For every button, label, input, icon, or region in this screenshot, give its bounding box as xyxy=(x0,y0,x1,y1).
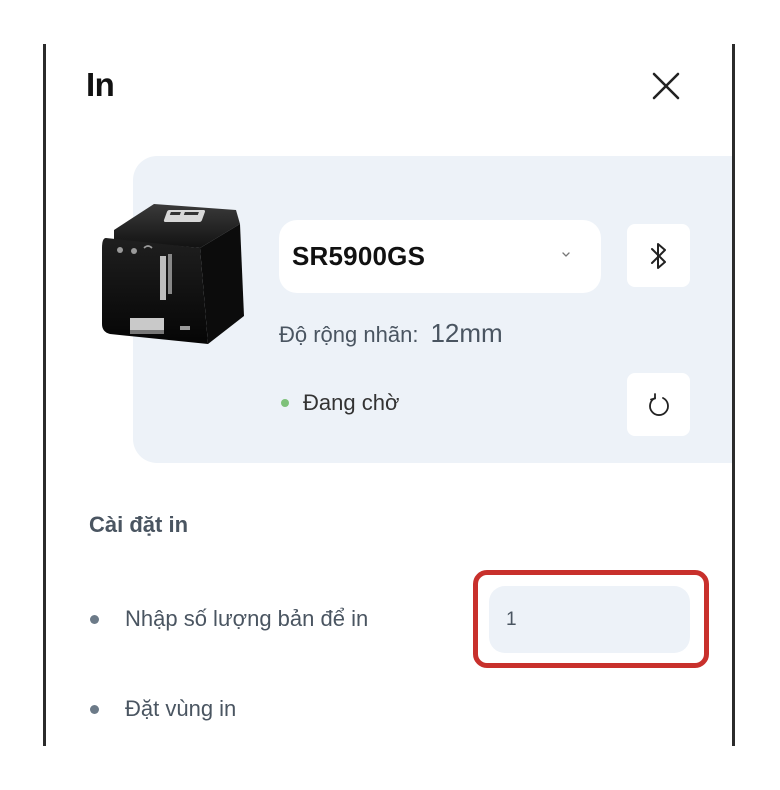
close-icon xyxy=(652,72,680,100)
right-border xyxy=(732,44,735,746)
status-text: Đang chờ xyxy=(303,390,400,415)
print-settings-title: Cài đặt in xyxy=(89,512,189,537)
bluetooth-button[interactable] xyxy=(627,224,690,287)
chevron-down-icon xyxy=(562,252,570,257)
bullet-icon xyxy=(90,614,99,624)
quantity-label: Nhập số lượng bản để in xyxy=(125,606,369,631)
label-width-row: Độ rộng nhãn: 12mm xyxy=(279,318,503,349)
refresh-icon xyxy=(648,392,669,416)
quantity-input[interactable] xyxy=(489,586,690,653)
quantity-setting-row: Nhập số lượng bản để in xyxy=(90,606,368,632)
label-width-label: Độ rộng nhãn: xyxy=(279,322,419,347)
print-area-label: Đặt vùng in xyxy=(125,696,237,721)
printer-model-select[interactable]: SR5900GS xyxy=(279,220,601,293)
status-dot-icon xyxy=(281,399,289,407)
label-width-value: 12mm xyxy=(430,318,503,348)
print-area-setting-row[interactable]: Đặt vùng in xyxy=(90,696,236,722)
printer-model-name: SR5900GS xyxy=(292,241,426,271)
printer-status: Đang chờ xyxy=(281,390,399,416)
close-button[interactable] xyxy=(646,66,686,106)
refresh-button[interactable] xyxy=(627,373,690,436)
left-border xyxy=(43,44,46,746)
printer-image xyxy=(102,204,244,344)
bullet-icon xyxy=(90,704,99,714)
dialog-title: In xyxy=(86,66,115,103)
bluetooth-icon xyxy=(650,242,666,269)
